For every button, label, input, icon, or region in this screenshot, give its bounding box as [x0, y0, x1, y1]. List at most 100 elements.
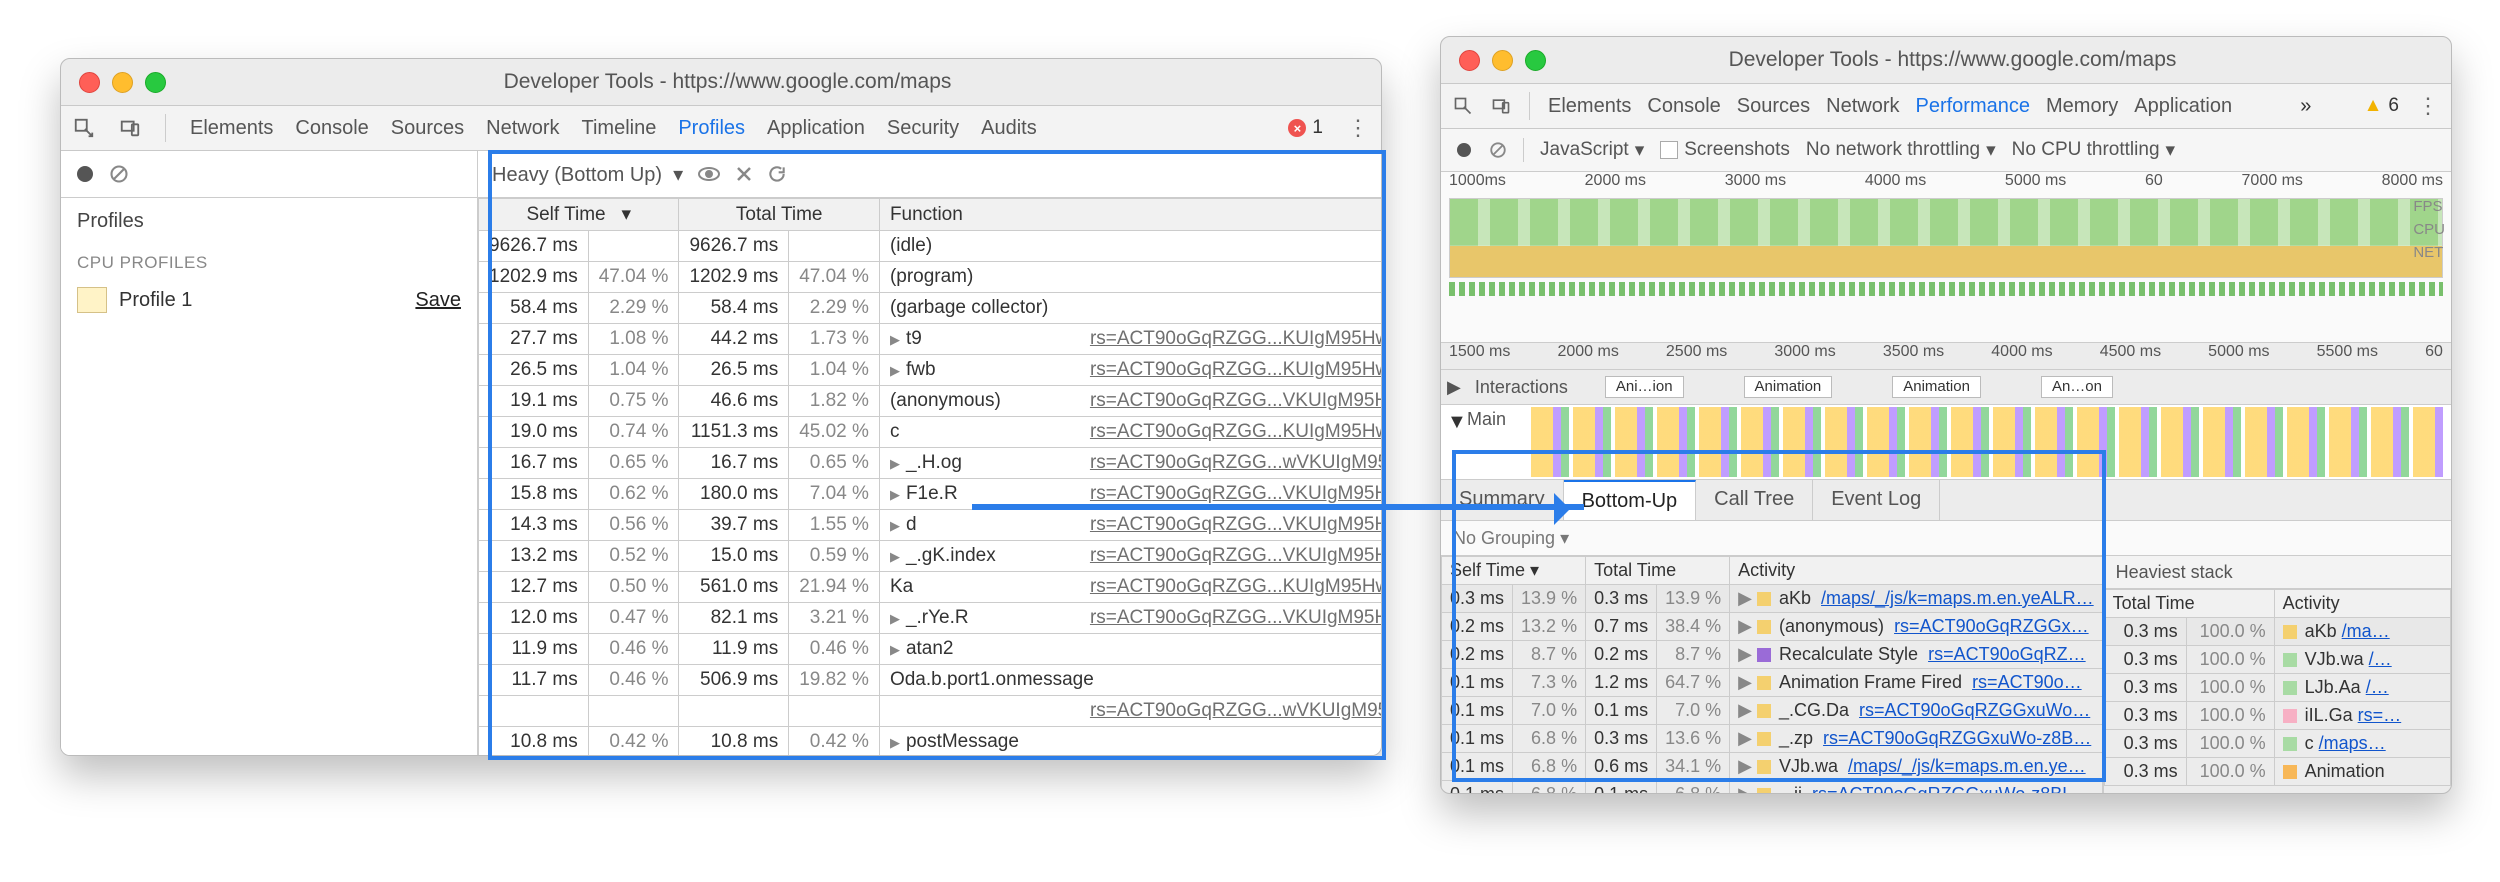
tab-sources[interactable]: Sources: [391, 117, 464, 139]
source-link[interactable]: /ma…: [2342, 621, 2390, 641]
source-link[interactable]: /…: [2369, 649, 2392, 669]
source-link[interactable]: /maps/_/js/k=maps.m.en.ye…: [1848, 756, 2086, 776]
record-button[interactable]: [1455, 141, 1473, 159]
col-self-time[interactable]: Self Time ▾: [1442, 557, 1586, 585]
source-link[interactable]: rs=ACT90oGqRZGG...VKUIgM95Hw:126: [1090, 390, 1381, 411]
profile-row[interactable]: 19.1 ms0.75 %46.6 ms1.82 %(anonymous)rs=…: [479, 386, 1382, 417]
col-activity[interactable]: Activity: [1730, 557, 2102, 585]
tab-memory[interactable]: Memory: [2046, 95, 2118, 117]
minimize-window-button[interactable]: [1492, 50, 1513, 71]
source-link[interactable]: /maps/_/js/k=maps.m.en.yeALR…: [1821, 588, 2094, 608]
source-link[interactable]: rs=ACT90oGqRZGG...KUIgM95Hw:1661: [1090, 359, 1381, 380]
source-link[interactable]: rs=ACT90o…: [1972, 672, 2082, 692]
save-profile-link[interactable]: Save: [415, 289, 461, 312]
source-link[interactable]: rs=ACT90oGqRZGG...wVKUIgM95Hw:88: [1090, 700, 1381, 721]
main-flame[interactable]: ▼ Main: [1441, 405, 2451, 480]
profile-row[interactable]: 10.8 ms0.42 %10.8 ms0.42 %postMessage: [479, 727, 1382, 757]
network-throttle-dropdown[interactable]: No network throttling▾: [1806, 139, 1996, 162]
device-toggle-icon[interactable]: [119, 117, 141, 139]
source-link[interactable]: rs=ACT90oGqRZGGxuWo-z8BL…: [1812, 784, 2090, 794]
col-hs-activity[interactable]: Activity: [2274, 590, 2450, 618]
profile-row[interactable]: 11.7 ms0.46 %506.9 ms19.82 %Oda.b.port1.…: [479, 665, 1382, 696]
heaviest-stack-row[interactable]: 0.3 ms100.0 %c /maps…: [2104, 730, 2450, 758]
heaviest-stack-row[interactable]: 0.3 ms100.0 %Animation: [2104, 758, 2450, 786]
tab-console[interactable]: Console: [295, 117, 368, 139]
tab-security[interactable]: Security: [887, 117, 959, 139]
tab-sources[interactable]: Sources: [1737, 95, 1810, 117]
profile-row[interactable]: 27.7 ms1.08 %44.2 ms1.73 %t9rs=ACT90oGqR…: [479, 324, 1382, 355]
profile-row[interactable]: 58.4 ms2.29 %58.4 ms2.29 %(garbage colle…: [479, 293, 1382, 324]
error-badge-icon[interactable]: ×: [1288, 119, 1306, 137]
tab-console[interactable]: Console: [1647, 95, 1720, 117]
bottom-up-row[interactable]: 0.1 ms7.0 %0.1 ms7.0 %▶ _.CG.Da rs=ACT90…: [1442, 697, 2103, 725]
interaction-segment[interactable]: Animation: [1744, 376, 1833, 398]
screenshots-checkbox[interactable]: Screenshots: [1660, 139, 1790, 161]
grouping-dropdown[interactable]: No Grouping ▾: [1441, 521, 2451, 556]
perf-ruler[interactable]: 1500 ms2000 ms2500 ms3000 ms3500 ms4000 …: [1441, 343, 2451, 370]
profile-row[interactable]: 12.7 ms0.50 %561.0 ms21.94 %Kars=ACT90oG…: [479, 572, 1382, 603]
source-link[interactable]: rs=ACT90oGqRZGG...KUIgM95Hw:713: [1090, 328, 1381, 349]
interaction-segment[interactable]: Animation: [1892, 376, 1981, 398]
source-link[interactable]: /…: [2366, 677, 2389, 697]
source-link[interactable]: rs=ACT90oGqRZ…: [1928, 644, 2086, 664]
bottom-up-row[interactable]: 0.1 ms6.8 %0.3 ms13.6 %▶ _.zp rs=ACT90oG…: [1442, 725, 2103, 753]
source-link[interactable]: rs=…: [2358, 705, 2402, 725]
reload-icon[interactable]: [767, 164, 787, 184]
subtab-event-log[interactable]: Event Log: [1813, 480, 1940, 520]
profile-row[interactable]: 13.2 ms0.52 %15.0 ms0.59 %_.gK.indexrs=A…: [479, 541, 1382, 572]
inspect-icon[interactable]: [1453, 96, 1473, 116]
source-link[interactable]: rs=ACT90oGqRZGG...KUIgM95Hw:1799: [1090, 576, 1381, 597]
source-link[interactable]: rs=ACT90oGqRZGGx…: [1894, 616, 2089, 636]
inspect-icon[interactable]: [73, 117, 95, 139]
bottom-up-row[interactable]: 0.3 ms13.9 %0.3 ms13.9 %▶ aKb /maps/_/js…: [1442, 585, 2103, 613]
profile-row[interactable]: 11.9 ms0.46 %11.9 ms0.46 %atan2: [479, 634, 1382, 665]
profile-row[interactable]: 1202.9 ms47.04 %1202.9 ms47.04 %(program…: [479, 262, 1382, 293]
subtab-summary[interactable]: Summary: [1441, 480, 1564, 520]
profile-item[interactable]: Profile 1 Save: [61, 281, 477, 319]
bottom-up-row[interactable]: 0.2 ms8.7 %0.2 ms8.7 %▶ Recalculate Styl…: [1442, 641, 2103, 669]
source-link[interactable]: /maps…: [2319, 733, 2386, 753]
bottom-up-row[interactable]: 0.1 ms7.3 %1.2 ms64.7 %▶ Animation Frame…: [1442, 669, 2103, 697]
tab-timeline[interactable]: Timeline: [582, 117, 657, 139]
focus-icon[interactable]: [697, 164, 721, 184]
clear-button[interactable]: [1489, 141, 1507, 159]
heaviest-stack-row[interactable]: 0.3 ms100.0 %LJb.Aa /…: [2104, 674, 2450, 702]
preset-dropdown[interactable]: JavaScript▾: [1540, 139, 1644, 162]
interaction-segment[interactable]: An…on: [2041, 376, 2113, 398]
bottom-up-row[interactable]: 0.1 ms6.8 %0.1 ms6.8 %▶ _.ji rs=ACT90oGq…: [1442, 781, 2103, 795]
heaviest-stack-row[interactable]: 0.3 ms100.0 %iIL.Ga rs=…: [2104, 702, 2450, 730]
col-hs-total-time[interactable]: Total Time: [2104, 590, 2274, 618]
profile-row[interactable]: rs=ACT90oGqRZGG...wVKUIgM95Hw:88: [479, 696, 1382, 727]
overflow-menu-button[interactable]: ⋮: [1347, 115, 1369, 141]
subtab-call-tree[interactable]: Call Tree: [1696, 480, 1813, 520]
source-link[interactable]: rs=ACT90oGqRZGG...KUIgM95Hw:1929: [1090, 421, 1381, 442]
source-link[interactable]: rs=ACT90oGqRZGG...VKUIgM95Hw:593: [1090, 607, 1381, 628]
profile-row[interactable]: 16.7 ms0.65 %16.7 ms0.65 %_.H.ogrs=ACT90…: [479, 448, 1382, 479]
interaction-segment[interactable]: Ani…ion: [1605, 376, 1684, 398]
tabs-overflow-button[interactable]: »: [2300, 95, 2311, 118]
source-link[interactable]: rs=ACT90oGqRZGG...VKUIgM95Hw:389: [1090, 514, 1381, 535]
tab-network[interactable]: Network: [486, 117, 559, 139]
warning-badge-icon[interactable]: [2364, 95, 2383, 117]
clear-button[interactable]: [109, 164, 129, 184]
col-total-time[interactable]: Total Time: [1586, 557, 1730, 585]
device-toggle-icon[interactable]: [1491, 96, 1511, 116]
profile-row[interactable]: 12.0 ms0.47 %82.1 ms3.21 %_.rYe.Rrs=ACT9…: [479, 603, 1382, 634]
tab-profiles[interactable]: Profiles: [678, 117, 745, 139]
delete-icon[interactable]: [735, 165, 753, 183]
tab-performance[interactable]: Performance: [1916, 95, 2031, 117]
col-function[interactable]: Function: [879, 199, 1381, 231]
tab-application[interactable]: Application: [2134, 95, 2232, 117]
record-button[interactable]: [75, 164, 95, 184]
source-link[interactable]: rs=ACT90oGqRZGGxuWo-z8B…: [1823, 728, 2091, 748]
minimize-window-button[interactable]: [112, 72, 133, 93]
profile-row[interactable]: 9626.7 ms9626.7 ms(idle): [479, 231, 1382, 262]
source-link[interactable]: rs=ACT90oGqRZGG...wVKUIgM95Hw:78: [1090, 452, 1381, 473]
fullscreen-window-button[interactable]: [145, 72, 166, 93]
tab-network[interactable]: Network: [1826, 95, 1899, 117]
cpu-throttle-dropdown[interactable]: No CPU throttling▾: [2012, 139, 2175, 162]
profile-row[interactable]: 19.0 ms0.74 %1151.3 ms45.02 %crs=ACT90oG…: [479, 417, 1382, 448]
source-link[interactable]: rs=ACT90oGqRZGGxuWo…: [1859, 700, 2090, 720]
tab-elements[interactable]: Elements: [1548, 95, 1631, 117]
close-window-button[interactable]: [1459, 50, 1480, 71]
